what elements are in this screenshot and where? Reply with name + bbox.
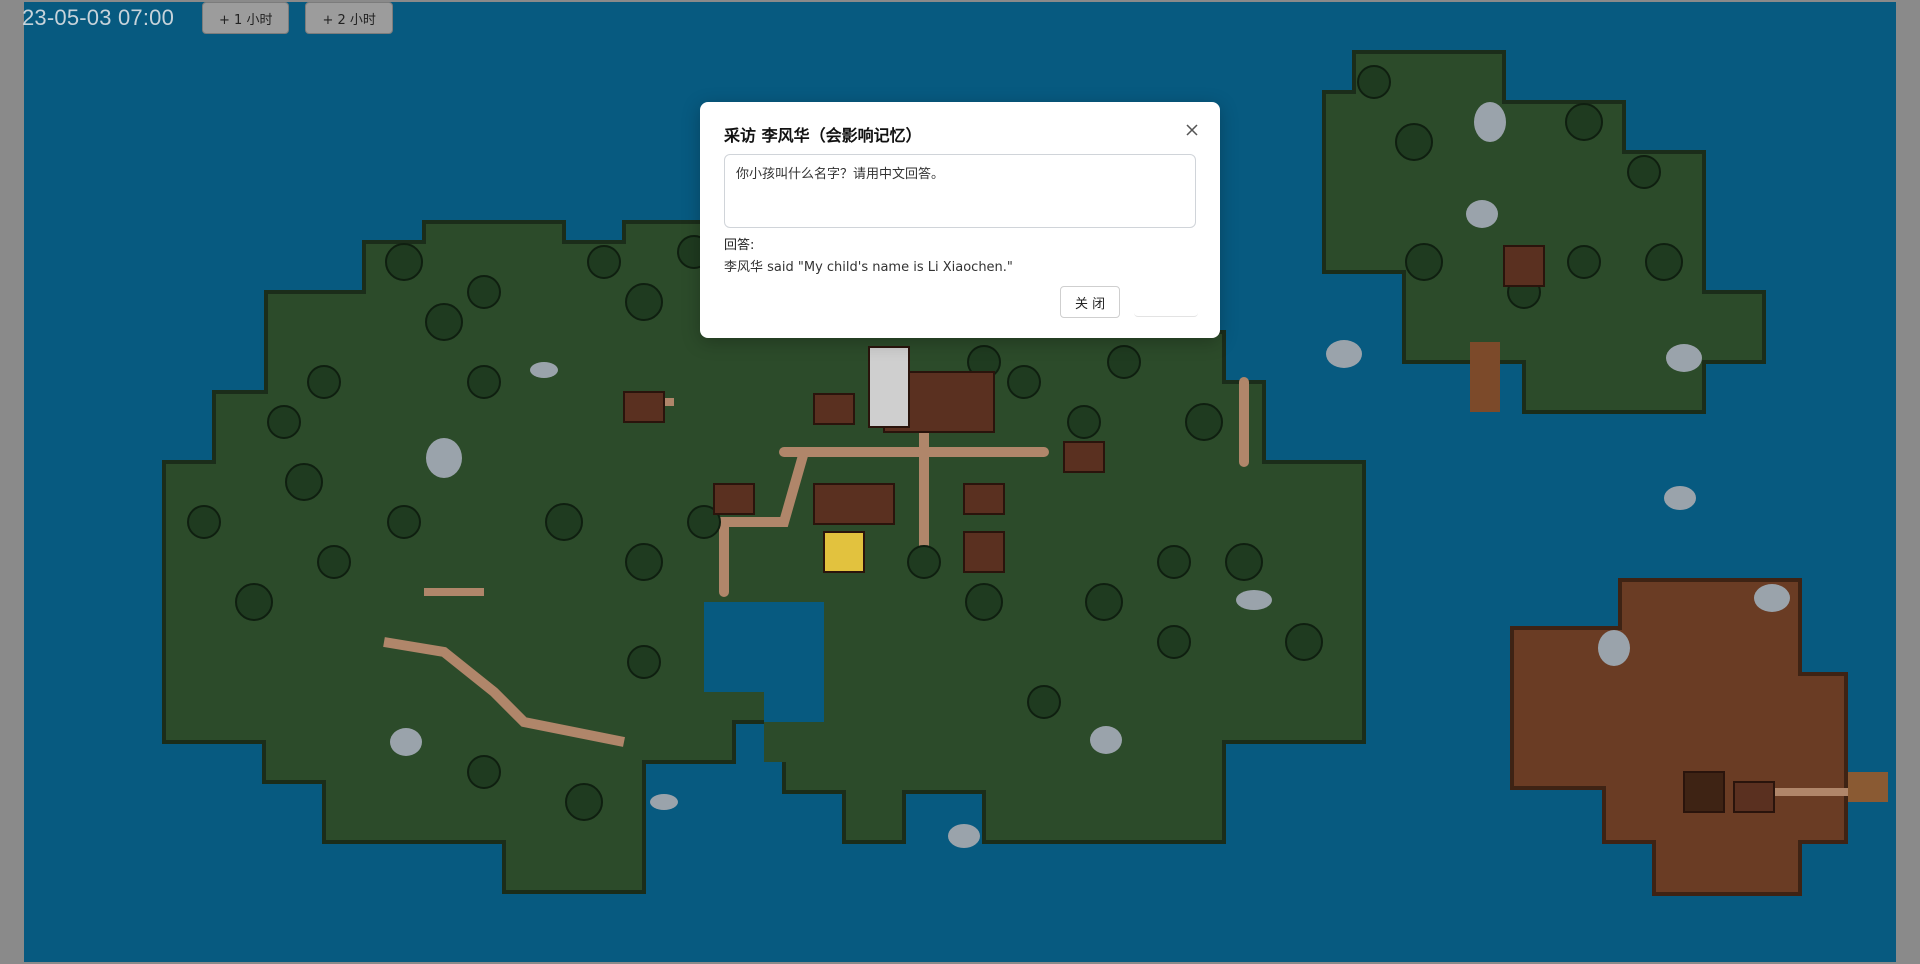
time-toolbar: 23-05-03 07:00 + 1 小时 + 2 小时 <box>22 2 393 34</box>
dialog-title: 采访 李风华（会影响记忆） <box>724 126 922 145</box>
close-icon[interactable] <box>1184 122 1200 138</box>
game-clock: 23-05-03 07:00 <box>22 5 175 30</box>
se-island <box>1510 578 1888 896</box>
answer-label: 回答: <box>724 238 755 253</box>
close-button[interactable]: 关 闭 <box>1060 286 1121 318</box>
interview-dialog: 采访 李风华（会影响记忆） 回答: 李风华 said "My child's n… <box>700 102 1220 338</box>
question-input[interactable] <box>724 154 1196 228</box>
add-1-hour-button[interactable]: + 1 小时 <box>202 2 290 34</box>
add-2-hours-button[interactable]: + 2 小时 <box>305 2 393 34</box>
submit-button[interactable] <box>1134 286 1198 317</box>
answer-text: 李风华 said "My child's name is Li Xiaochen… <box>724 260 1013 275</box>
